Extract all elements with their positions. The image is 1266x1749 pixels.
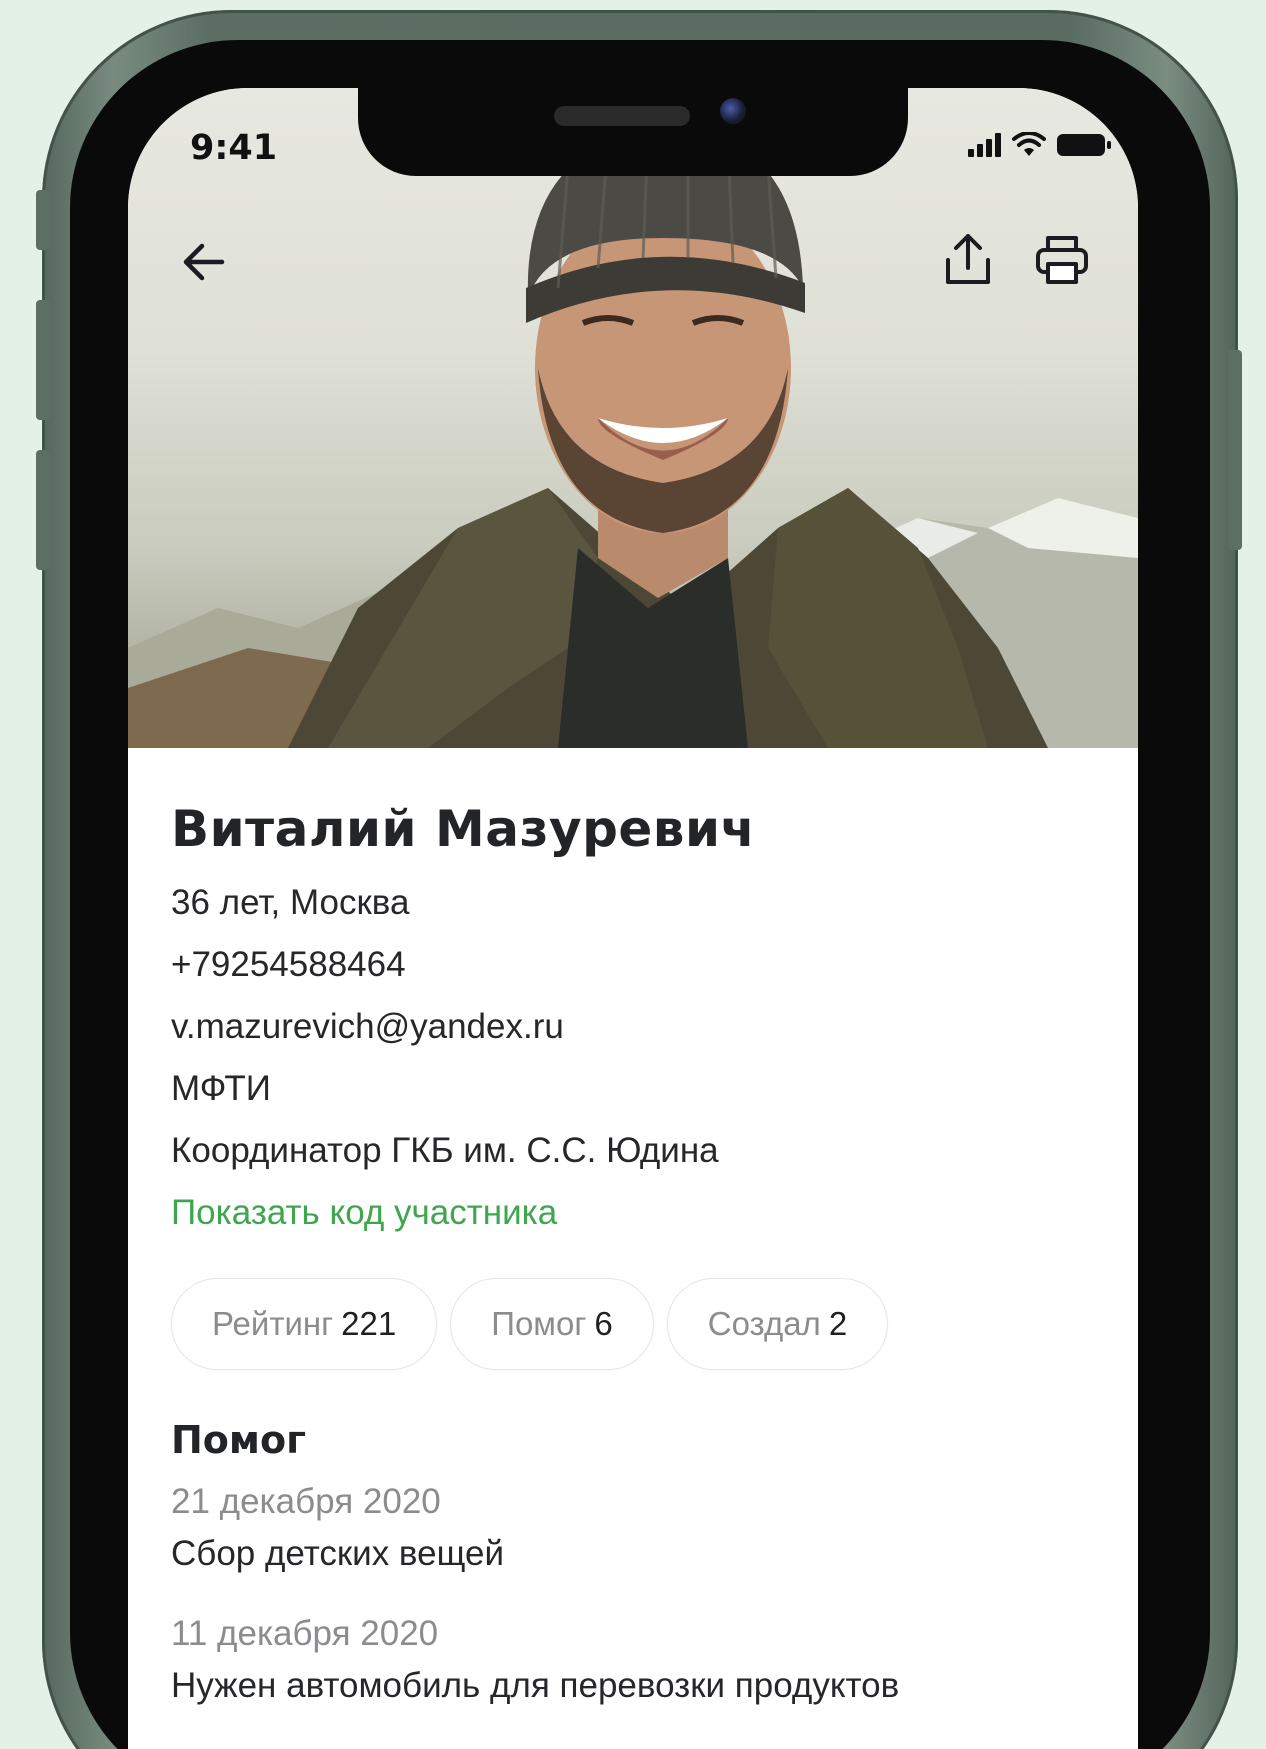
printer-icon — [1036, 236, 1088, 284]
power-button — [1228, 350, 1242, 550]
profile-content: Виталий Мазуревич 36 лет, Москва +792545… — [128, 748, 1138, 1712]
profile-name: Виталий Мазуревич — [171, 800, 756, 858]
share-icon — [946, 234, 990, 284]
email-address[interactable]: v.mazurevich@yandex.ru — [171, 996, 1098, 1058]
help-list-item[interactable]: 11 декабря 2020 Нужен автомобиль для пер… — [171, 1608, 1098, 1712]
volume-down-button — [36, 450, 50, 570]
help-item-date: 21 декабря 2020 — [171, 1482, 441, 1521]
help-item-title: Нужен автомобиль для перевозки продуктов — [171, 1666, 900, 1705]
stat-chip-rating[interactable]: Рейтинг 221 — [171, 1278, 438, 1370]
stat-chip-helped[interactable]: Помог 6 — [450, 1278, 654, 1370]
role: Координатор ГКБ им. С.С. Юдина — [171, 1131, 719, 1170]
stat-chip-created[interactable]: Создал 2 — [666, 1278, 889, 1370]
stat-value: 6 — [594, 1305, 613, 1342]
speaker-grille — [554, 106, 690, 126]
mute-switch — [36, 190, 50, 250]
arrow-left-icon — [183, 243, 225, 281]
age-city: 36 лет, Москва — [171, 883, 410, 922]
status-time: 9:41 — [190, 128, 278, 168]
help-item-title: Сбор детских вещей — [171, 1534, 505, 1573]
front-camera — [720, 98, 746, 124]
helped-section-title: Помог — [171, 1418, 306, 1462]
back-button[interactable] — [172, 230, 236, 294]
notch — [358, 88, 908, 176]
stat-value: 221 — [341, 1305, 397, 1342]
university: МФТИ — [171, 1069, 271, 1108]
help-item-date: 11 декабря 2020 — [171, 1614, 439, 1653]
stat-value: 2 — [828, 1305, 848, 1342]
profile-photo — [128, 88, 1138, 748]
status-icons — [968, 131, 1112, 162]
wifi-icon — [1012, 131, 1046, 162]
help-list-item[interactable]: 21 декабря 2020 Сбор детских вещей — [171, 1476, 1098, 1580]
show-member-code-link[interactable]: Показать код участника — [171, 1182, 1098, 1244]
phone-number[interactable]: +79254588464 — [171, 934, 1098, 996]
share-button[interactable] — [936, 228, 1000, 292]
profile-info: 36 лет, Москва +79254588464 v.mazurevich… — [171, 872, 1098, 1244]
stats-chips: Рейтинг 221 Помог 6 Создал 2 — [171, 1278, 1098, 1370]
volume-up-button — [36, 300, 50, 420]
stat-label: Помог — [491, 1305, 587, 1342]
stat-label: Создал — [707, 1305, 821, 1342]
print-button[interactable] — [1030, 228, 1094, 292]
stat-label: Рейтинг — [212, 1305, 334, 1342]
signal-icon — [968, 133, 1002, 161]
app-screen: 9:41 Виталий Мазуревич 36 лет, Москва +7… — [128, 88, 1138, 1749]
battery-icon — [1056, 132, 1112, 162]
